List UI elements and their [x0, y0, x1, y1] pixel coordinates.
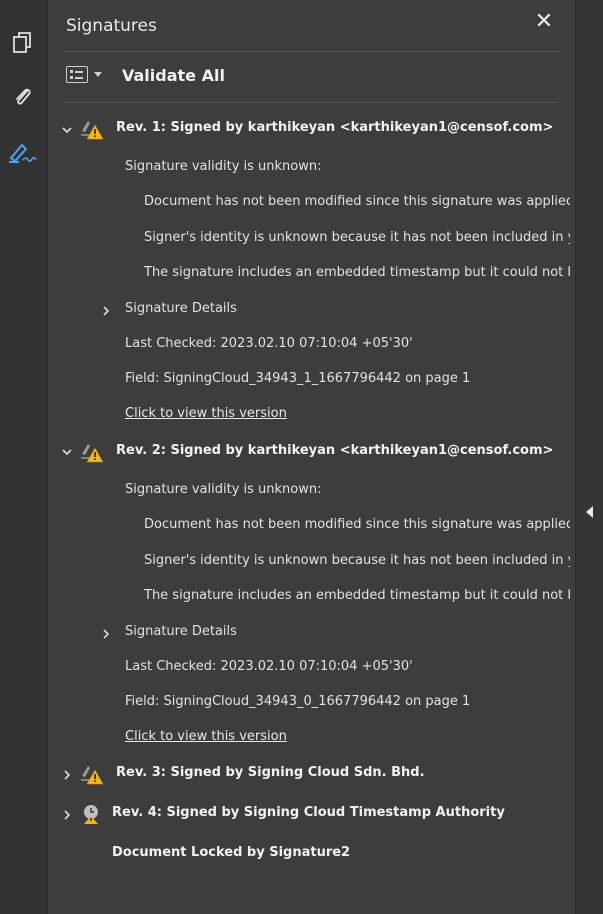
panel-collapse-strip[interactable] [575, 0, 603, 914]
chevron-down-icon[interactable] [61, 446, 73, 458]
validate-all-button[interactable]: Validate All [122, 66, 225, 85]
detail-text: Document has not been modified since thi… [144, 194, 570, 209]
chevron-right-icon[interactable] [100, 628, 112, 640]
chevron-down-icon [94, 72, 102, 77]
validity-status: Signature validity is unknown: [125, 159, 322, 174]
revision-header[interactable]: Rev. 2: Signed by karthikeyan <karthikey… [116, 443, 553, 458]
close-icon[interactable]: ✕ [532, 10, 556, 34]
field-info: Field: SigningCloud_34943_0_1667796442 o… [125, 694, 471, 709]
pages-icon[interactable] [10, 30, 36, 56]
left-navigation-bar [0, 0, 48, 914]
view-version-link[interactable]: Click to view this version [125, 729, 287, 744]
panel-title: Signatures [66, 16, 157, 36]
chevron-right-icon[interactable] [61, 769, 73, 781]
chevron-down-icon[interactable] [61, 124, 73, 136]
collapse-arrow-icon[interactable] [586, 506, 593, 518]
signature-details-toggle[interactable]: Signature Details [125, 624, 237, 639]
signature-warning-icon [81, 766, 104, 785]
signature-warning-icon [81, 444, 104, 463]
last-checked: Last Checked: 2023.02.10 07:10:04 +05'30… [125, 659, 413, 674]
detail-text: Document has not been modified since thi… [144, 517, 570, 532]
view-version-link[interactable]: Click to view this version [125, 406, 287, 421]
chevron-right-icon[interactable] [61, 809, 73, 821]
detail-text: The signature includes an embedded times… [144, 265, 570, 280]
signature-warning-icon [81, 121, 104, 140]
divider [64, 102, 558, 103]
detail-text: The signature includes an embedded times… [144, 588, 570, 603]
last-checked: Last Checked: 2023.02.10 07:10:04 +05'30… [125, 336, 413, 351]
options-menu-button[interactable] [66, 66, 102, 83]
detail-text: Signer's identity is unknown because it … [144, 553, 570, 568]
signature-pen-icon[interactable] [6, 138, 40, 164]
revision-header[interactable]: Rev. 3: Signed by Signing Cloud Sdn. Bhd… [116, 765, 425, 780]
revision-header[interactable]: Rev. 4: Signed by Signing Cloud Timestam… [112, 805, 505, 820]
attachment-icon[interactable] [10, 84, 36, 110]
document-locked-text: Document Locked by Signature2 [112, 845, 351, 860]
divider [64, 51, 558, 52]
revision-header[interactable]: Rev. 1: Signed by karthikeyan <karthikey… [116, 120, 553, 135]
timestamp-authority-icon [84, 805, 98, 824]
signature-details-toggle[interactable]: Signature Details [125, 301, 237, 316]
chevron-right-icon[interactable] [100, 305, 112, 317]
detail-text: Signer's identity is unknown because it … [144, 230, 570, 245]
validity-status: Signature validity is unknown: [125, 482, 322, 497]
field-info: Field: SigningCloud_34943_1_1667796442 o… [125, 371, 471, 386]
signatures-panel: Signatures ✕ Validate All Rev. 1: Signed… [48, 0, 575, 914]
list-options-icon [66, 66, 88, 83]
